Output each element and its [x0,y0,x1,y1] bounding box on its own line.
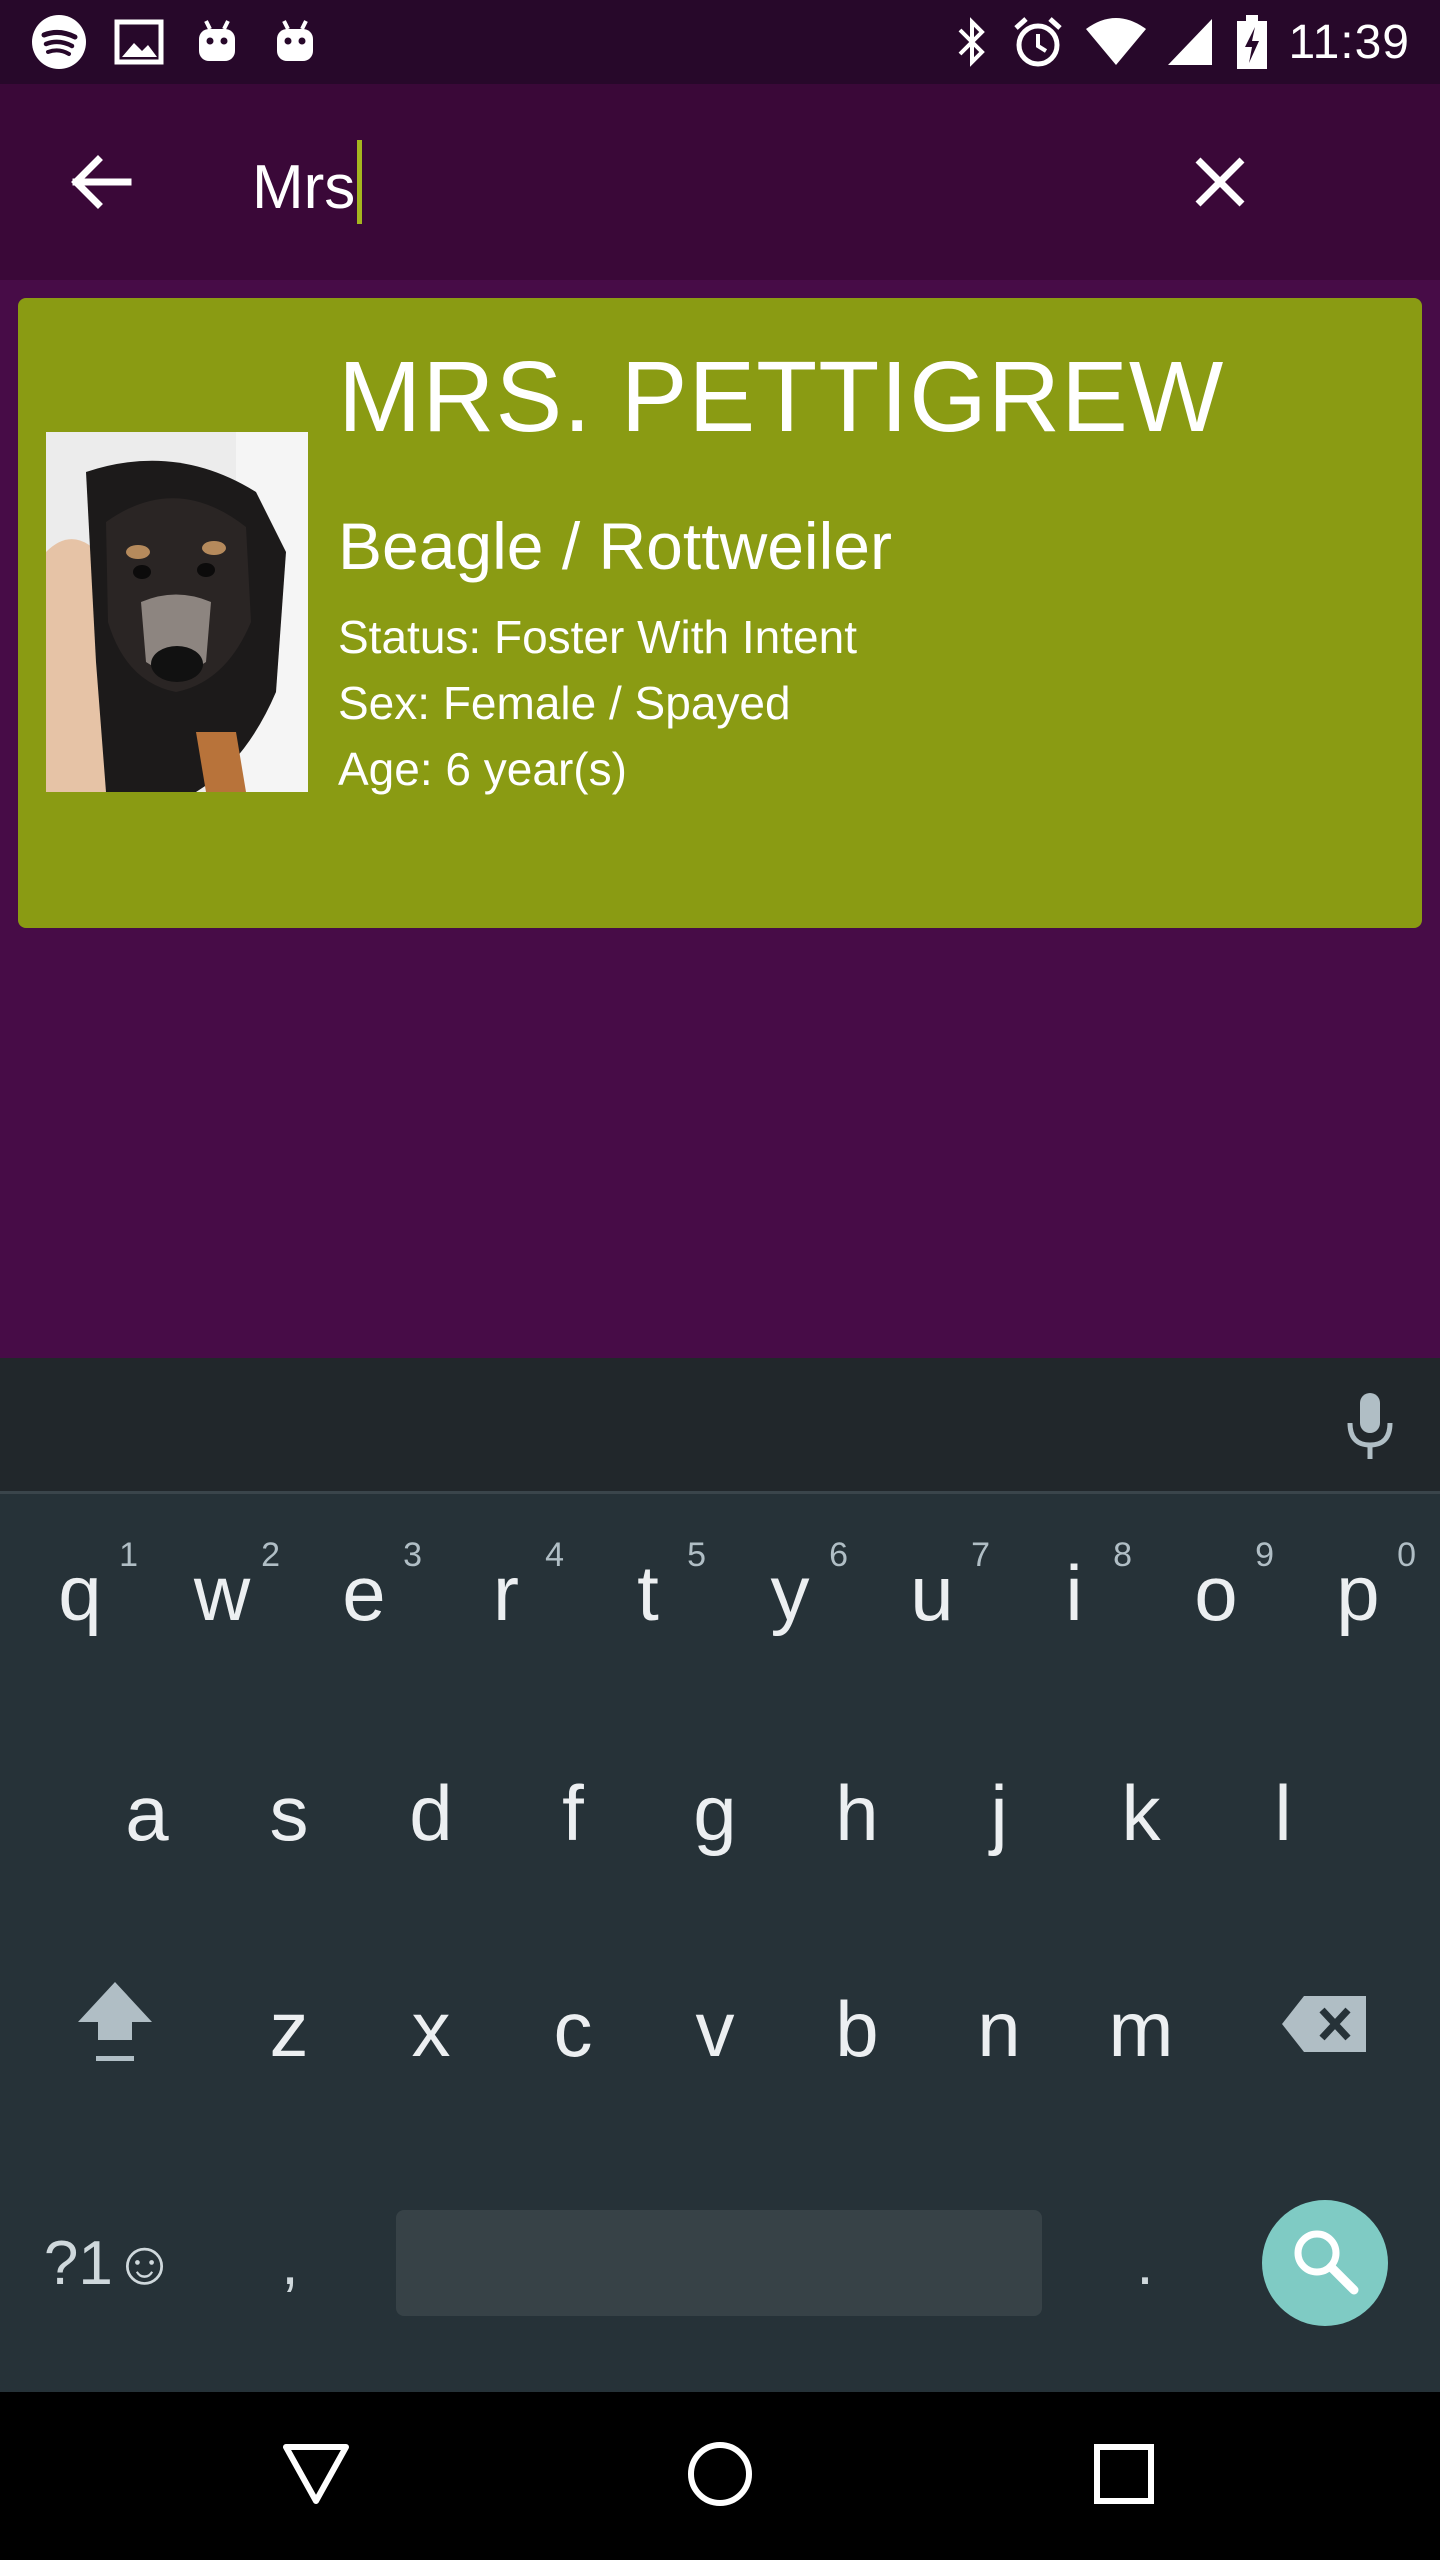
pet-breed: Beagle / Rottweiler [338,509,892,583]
nav-back-button[interactable] [266,2426,366,2526]
search-app-bar: Mrs [0,84,1440,280]
key-a[interactable]: a [76,1738,218,1888]
spotify-icon [30,13,88,71]
battery-charging-icon [1234,13,1270,71]
arrow-back-icon [68,154,132,215]
search-action-key[interactable] [1262,2200,1388,2326]
key-n[interactable]: n [928,1954,1070,2104]
pet-age: Age: 6 year(s) [338,743,627,795]
key-y[interactable]: y6 [720,1518,860,1668]
key-m[interactable]: m [1070,1954,1212,2104]
voice-input-button[interactable] [1330,1388,1410,1468]
space-bar[interactable] [396,2210,1042,2316]
clock-time: 11:39 [1288,15,1410,69]
key-u[interactable]: u7 [862,1518,1002,1668]
android-icon [190,15,244,69]
search-field[interactable]: Mrs [252,140,363,224]
search-icon [1290,2226,1360,2301]
key-w[interactable]: w2 [152,1518,292,1668]
home-circle-icon [685,2439,755,2514]
key-z[interactable]: z [218,1954,360,2104]
image-icon [112,15,166,69]
close-icon [1192,154,1248,215]
key-k[interactable]: k [1070,1738,1212,1888]
nav-recents-button[interactable] [1074,2426,1174,2526]
pet-result-card[interactable]: MRS. PETTIGREW Beagle / Rottweiler Statu… [18,298,1422,928]
key-e[interactable]: e3 [294,1518,434,1668]
key-q[interactable]: q1 [10,1518,150,1668]
comma-key[interactable]: , [220,2188,360,2338]
microphone-icon [1344,1391,1396,1466]
keyboard-suggestion-bar [0,1358,1440,1494]
key-r[interactable]: r4 [436,1518,576,1668]
key-v[interactable]: v [644,1954,786,2104]
backspace-key[interactable] [1240,1954,1410,2104]
back-button[interactable] [50,134,150,234]
key-b[interactable]: b [786,1954,928,2104]
clear-search-button[interactable] [1170,134,1270,234]
system-icons: 11:39 [952,12,1410,72]
signal-icon [1166,15,1216,69]
key-i[interactable]: i8 [1004,1518,1144,1668]
recents-square-icon [1092,2442,1156,2511]
key-g[interactable]: g [644,1738,786,1888]
key-t[interactable]: t5 [578,1518,718,1668]
key-s[interactable]: s [218,1738,360,1888]
nav-home-button[interactable] [670,2426,770,2526]
symbols-key[interactable]: ?1☺ [30,2188,190,2338]
back-triangle-icon [281,2441,351,2512]
shift-icon [70,1970,160,2089]
key-l[interactable]: l [1212,1738,1354,1888]
key-o[interactable]: o9 [1146,1518,1286,1668]
shift-key[interactable] [30,1954,200,2104]
key-c[interactable]: c [502,1954,644,2104]
key-h[interactable]: h [786,1738,928,1888]
key-p[interactable]: p0 [1288,1518,1428,1668]
key-d[interactable]: d [360,1738,502,1888]
notification-icons [30,12,322,72]
pet-name: MRS. PETTIGREW [338,341,1225,453]
wifi-icon [1084,15,1148,69]
pet-sex: Sex: Female / Spayed [338,677,791,729]
alarm-icon [1010,14,1066,70]
pet-status: Status: Foster With Intent [338,611,857,663]
backspace-icon [1280,1984,1370,2075]
key-j[interactable]: j [928,1738,1070,1888]
key-x[interactable]: x [360,1954,502,2104]
status-bar: 11:39 [0,0,1440,84]
text-cursor [357,140,363,224]
system-navigation-bar [0,2392,1440,2560]
key-f[interactable]: f [502,1738,644,1888]
search-query: Mrs [252,153,356,222]
soft-keyboard: q1 w2 e3 r4 t5 y6 u7 i8 o9 p0 a s d f g … [0,1358,1440,2392]
period-key[interactable]: . [1080,2188,1210,2338]
bluetooth-icon [952,14,992,70]
pet-photo [46,432,308,792]
android-icon [268,15,322,69]
